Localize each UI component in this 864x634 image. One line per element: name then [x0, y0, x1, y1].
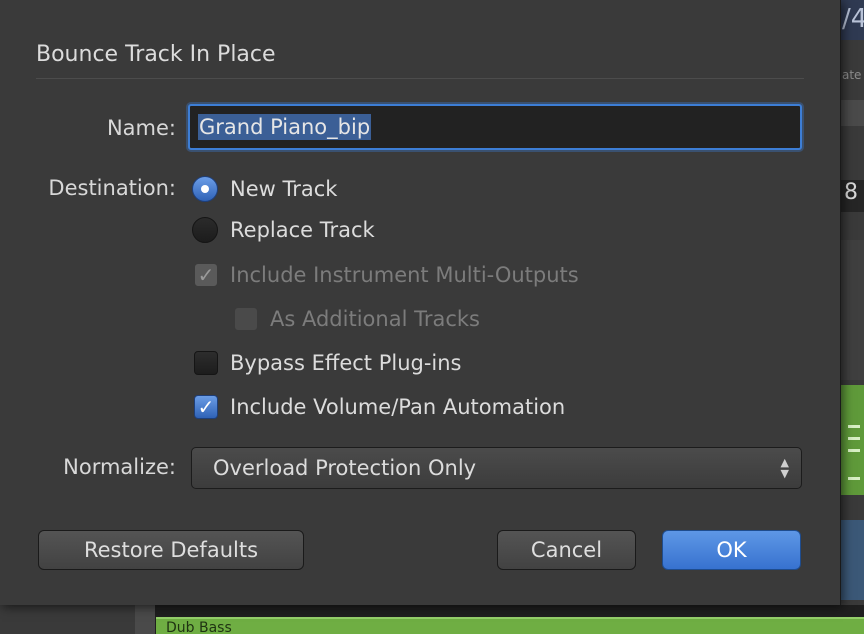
- new-track-radio[interactable]: [192, 176, 218, 202]
- bounce-track-dialog: Bounce Track In Place Name: Grand Piano_…: [0, 0, 841, 605]
- replace-track-radio[interactable]: [192, 217, 218, 243]
- background-track-area: /4 ate 8: [840, 0, 864, 634]
- ok-button[interactable]: OK: [662, 530, 801, 570]
- as-additional-tracks-label: As Additional Tracks: [270, 307, 480, 331]
- background-midi-region[interactable]: [840, 385, 864, 495]
- background-bottom-track: Dub Bass: [0, 605, 864, 634]
- destination-new-track-option[interactable]: New Track: [192, 176, 337, 202]
- cancel-button[interactable]: Cancel: [497, 530, 636, 570]
- name-label: Name:: [106, 116, 176, 140]
- background-region-dub-bass[interactable]: Dub Bass: [156, 617, 864, 634]
- dialog-title: Bounce Track In Place: [36, 42, 276, 67]
- new-track-label[interactable]: New Track: [230, 177, 337, 201]
- background-track-divider: [135, 605, 155, 634]
- background-ruler: /4: [840, 0, 864, 40]
- normalize-label: Normalize:: [63, 455, 176, 479]
- title-divider: [36, 78, 804, 79]
- include-volume-pan-option[interactable]: ✓ Include Volume/Pan Automation: [194, 395, 565, 419]
- normalize-select[interactable]: Overload Protection Only ▲ ▼: [191, 447, 802, 489]
- bypass-effects-checkbox[interactable]: [194, 351, 218, 375]
- restore-defaults-button[interactable]: Restore Defaults: [38, 530, 304, 570]
- normalize-selected-value[interactable]: Overload Protection Only: [213, 456, 476, 480]
- as-additional-tracks-option: As Additional Tracks: [234, 307, 480, 331]
- bypass-effects-label[interactable]: Bypass Effect Plug-ins: [230, 351, 462, 375]
- include-volume-pan-checkbox[interactable]: ✓: [194, 395, 218, 419]
- background-track-header: [0, 605, 135, 634]
- name-field-value[interactable]: Grand Piano_bip: [198, 114, 372, 140]
- up-down-arrows-icon: ▲ ▼: [780, 456, 789, 480]
- include-multi-outputs-label: Include Instrument Multi-Outputs: [230, 263, 579, 287]
- bypass-effects-option[interactable]: Bypass Effect Plug-ins: [194, 351, 462, 375]
- include-volume-pan-label[interactable]: Include Volume/Pan Automation: [230, 395, 565, 419]
- background-track-lane: [840, 240, 864, 380]
- background-track-number: 8: [840, 180, 864, 212]
- background-control-bar: [840, 100, 864, 126]
- background-ruler-label: ate: [842, 68, 862, 82]
- logic-window: /4 ate 8 Dub Bass Bounce Track In Place …: [0, 0, 864, 634]
- destination-replace-track-option[interactable]: Replace Track: [192, 217, 375, 243]
- background-audio-region[interactable]: [840, 520, 864, 600]
- as-additional-tracks-checkbox: [234, 307, 258, 331]
- name-field[interactable]: Grand Piano_bip: [188, 104, 802, 150]
- destination-label: Destination:: [48, 176, 176, 200]
- replace-track-label[interactable]: Replace Track: [230, 218, 375, 242]
- include-multi-outputs-checkbox: ✓: [194, 263, 218, 287]
- include-multi-outputs-option: ✓ Include Instrument Multi-Outputs: [194, 263, 579, 287]
